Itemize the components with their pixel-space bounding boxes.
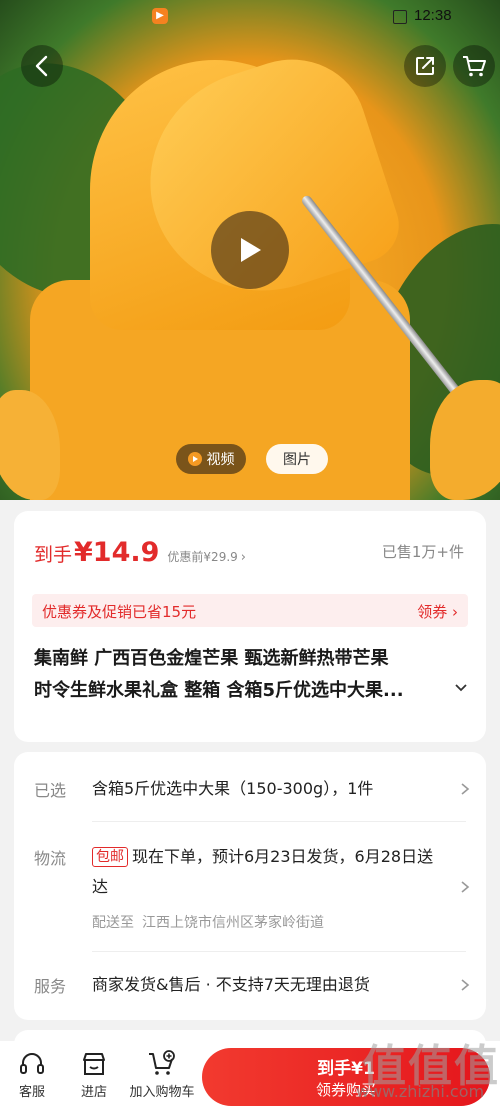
- price-value: ¥14.9: [74, 537, 160, 568]
- ship-to-label: 配送至: [92, 915, 134, 931]
- chevron-right-icon: ›: [452, 603, 458, 621]
- promo-banner[interactable]: 优惠券及促销已省15元 领券 ›: [32, 594, 468, 627]
- logistics-value: 现在下单，预计6月23日发货，6月28日送达: [92, 847, 434, 896]
- play-small-icon: [187, 452, 202, 466]
- back-icon: [35, 55, 48, 77]
- site-watermark: 值值值 www.zhizhi.com: [338, 1030, 500, 1110]
- selected-spec-row[interactable]: 已选 含箱5斤优选中大果（150-300g），1件: [34, 774, 474, 804]
- tab-video[interactable]: 视频: [176, 444, 246, 474]
- service-label: 服务: [34, 977, 67, 996]
- spec-card: 已选 含箱5斤优选中大果（150-300g），1件 物流 包邮 现在下单，预计6月…: [14, 752, 486, 1020]
- store-button[interactable]: 进店: [76, 1047, 112, 1100]
- share-button[interactable]: [404, 45, 446, 87]
- divider: [92, 821, 466, 822]
- product-title-line: 时令生鲜水果礼盒 整箱 含箱5斤优选中大果...: [34, 680, 404, 701]
- product-title-line: 集南鲜 广西百色金煌芒果 甄选新鲜热带芒果: [34, 648, 389, 669]
- watermark-url: www.zhizhi.com: [356, 1082, 485, 1101]
- chevron-right-icon: ›: [240, 550, 246, 565]
- service-value: 商家发货&售后 · 不支持7天无理由退货: [92, 975, 370, 994]
- share-icon: [416, 57, 434, 75]
- battery-icon: [393, 10, 407, 24]
- tab-video-label: 视频: [206, 452, 235, 468]
- logistics-label: 物流: [34, 849, 67, 868]
- add-to-cart-button[interactable]: 加入购物车: [124, 1047, 200, 1100]
- play-icon: [241, 238, 261, 262]
- free-shipping-tag: 包邮: [92, 847, 128, 867]
- headset-icon: [14, 1047, 50, 1081]
- product-title: 集南鲜 广西百色金煌芒果 甄选新鲜热带芒果 时令生鲜水果礼盒 整箱 含箱5斤优选…: [34, 643, 474, 707]
- customer-service-button[interactable]: 客服: [14, 1047, 50, 1100]
- selected-label: 已选: [34, 781, 67, 800]
- chevron-right-icon: [461, 881, 470, 893]
- store-icon: [76, 1047, 112, 1081]
- price-row: 到手 ¥14.9 优惠前¥29.9 ›: [34, 537, 246, 568]
- promo-text: 优惠券及促销已省15元: [42, 603, 197, 621]
- divider: [92, 951, 466, 952]
- original-price-link[interactable]: 优惠前¥29.9 ›: [167, 548, 246, 565]
- ship-to: 配送至 江西上饶市信州区茅家岭街道: [92, 912, 324, 932]
- add-to-cart-label: 加入购物车: [129, 1085, 195, 1100]
- chevron-right-icon: [461, 783, 470, 795]
- chevron-down-icon[interactable]: [454, 681, 468, 695]
- get-coupon-label: 领券: [417, 603, 448, 621]
- ship-to-address: 江西上饶市信州区茅家岭街道: [142, 915, 324, 931]
- tab-image[interactable]: 图片: [266, 444, 328, 474]
- price-label: 到手: [34, 544, 73, 566]
- add-cart-icon: [124, 1047, 200, 1081]
- tab-image-label: 图片: [283, 452, 311, 468]
- logistics-row[interactable]: 物流 包邮 现在下单，预计6月23日发货，6月28日送达 配送至 江西上饶市信州区茅…: [34, 842, 474, 942]
- selected-value: 含箱5斤优选中大果（150-300g），1件: [92, 779, 374, 798]
- app-notification-icon: ▶: [152, 8, 168, 24]
- service-row[interactable]: 服务 商家发货&售后 · 不支持7天无理由退货: [34, 970, 474, 1000]
- get-coupon-link[interactable]: 领券 ›: [417, 601, 458, 622]
- customer-service-label: 客服: [18, 1085, 45, 1100]
- store-label: 进店: [80, 1085, 107, 1100]
- original-price: 优惠前¥29.9: [167, 550, 238, 564]
- status-bar: ▶ 12:38: [0, 0, 500, 32]
- sold-count: 已售1万+件: [381, 543, 464, 561]
- play-video-button[interactable]: [211, 211, 289, 289]
- back-button[interactable]: [21, 45, 63, 87]
- status-time: 12:38: [414, 7, 452, 24]
- cart-button[interactable]: [453, 45, 495, 87]
- chevron-right-icon: [461, 979, 470, 991]
- media-tabs: 视频 图片: [0, 444, 500, 474]
- price-card: 到手 ¥14.9 优惠前¥29.9 › 已售1万+件 优惠券及促销已省15元 领券…: [14, 511, 486, 742]
- logistics-info: 包邮 现在下单，预计6月23日发货，6月28日送达: [92, 842, 442, 902]
- cart-icon: [463, 56, 486, 77]
